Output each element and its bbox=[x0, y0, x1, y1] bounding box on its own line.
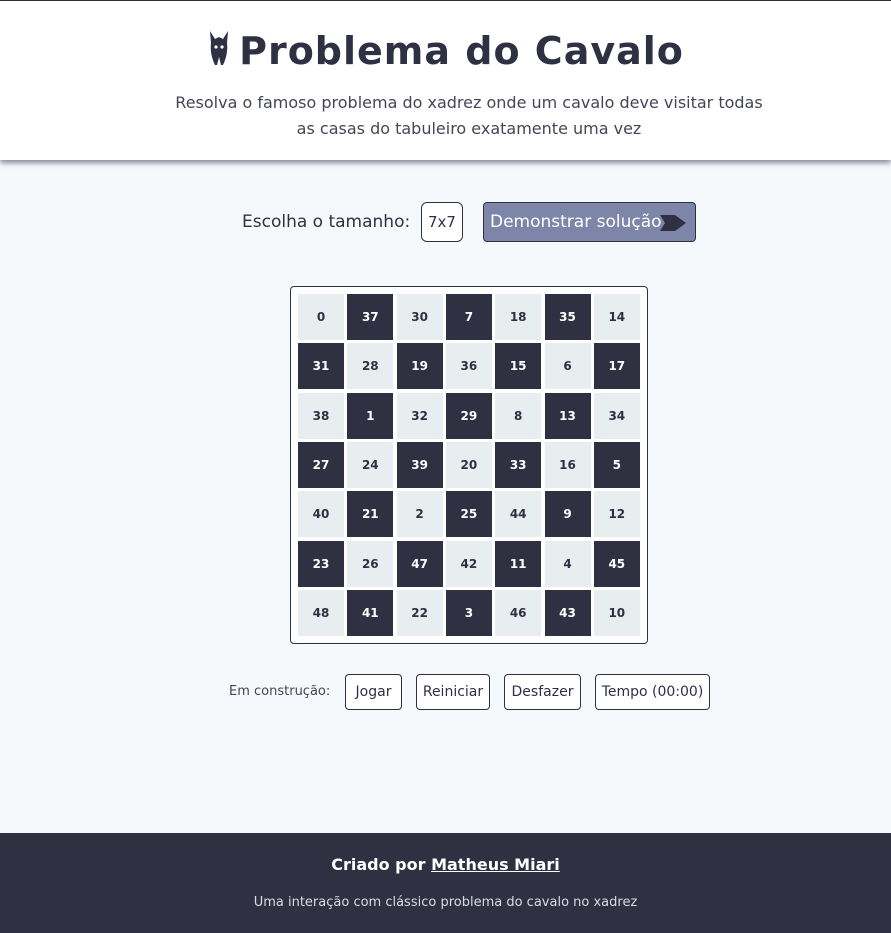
board-cell[interactable]: 12 bbox=[593, 491, 640, 538]
board-cell[interactable]: 3 bbox=[445, 589, 492, 636]
board-cell[interactable]: 8 bbox=[495, 392, 542, 439]
board-cell[interactable]: 31 bbox=[298, 343, 344, 390]
footer-credit: Criado por Matheus Miari bbox=[0, 855, 891, 874]
board-cell[interactable]: 20 bbox=[445, 441, 492, 488]
game-controls: Em construção: Jogar Reiniciar Desfazer … bbox=[0, 674, 891, 710]
title-row: Problema do Cavalo bbox=[0, 29, 891, 73]
board-cell[interactable]: 41 bbox=[347, 589, 394, 636]
demonstrate-solution-label: Demonstrar solução bbox=[490, 212, 662, 232]
board-cell[interactable]: 11 bbox=[495, 540, 542, 587]
board-cell[interactable]: 25 bbox=[445, 491, 492, 538]
board-cell[interactable]: 4 bbox=[544, 540, 591, 587]
board-cell[interactable]: 0 bbox=[298, 294, 344, 340]
board-cell[interactable]: 24 bbox=[347, 441, 394, 488]
credit-prefix: Criado por bbox=[331, 855, 426, 874]
board-cell[interactable]: 29 bbox=[445, 392, 492, 439]
board-cell[interactable]: 32 bbox=[396, 392, 443, 439]
board-cell[interactable]: 23 bbox=[298, 540, 344, 587]
board-cell[interactable]: 46 bbox=[495, 589, 542, 636]
board-cell[interactable]: 37 bbox=[347, 294, 394, 340]
board-cell[interactable]: 45 bbox=[593, 540, 640, 587]
play-arrow-icon bbox=[659, 214, 687, 232]
board-cell[interactable]: 27 bbox=[298, 441, 344, 488]
board-cell[interactable]: 47 bbox=[396, 540, 443, 587]
board-cell[interactable]: 7 bbox=[445, 294, 492, 340]
restart-button[interactable]: Reiniciar bbox=[416, 674, 490, 710]
author-link[interactable]: Matheus Miari bbox=[431, 855, 560, 874]
page-title: Problema do Cavalo bbox=[239, 29, 684, 73]
board-cell[interactable]: 34 bbox=[593, 392, 640, 439]
board-cell[interactable]: 2 bbox=[396, 491, 443, 538]
board-cell[interactable]: 6 bbox=[544, 343, 591, 390]
board-cell[interactable]: 21 bbox=[347, 491, 394, 538]
board-cell[interactable]: 40 bbox=[298, 491, 344, 538]
board-cell[interactable]: 1 bbox=[347, 392, 394, 439]
board-cell[interactable]: 15 bbox=[495, 343, 542, 390]
page-subtitle: Resolva o famoso problema do xadrez onde… bbox=[175, 93, 763, 138]
board-size-select[interactable]: 7x7 bbox=[421, 202, 463, 242]
footer-note: Uma interação com clássico problema do c… bbox=[253, 895, 638, 910]
board-cell[interactable]: 5 bbox=[593, 441, 640, 488]
board-cell[interactable]: 36 bbox=[445, 343, 492, 390]
play-button[interactable]: Jogar bbox=[345, 674, 402, 710]
undo-button[interactable]: Desfazer bbox=[504, 674, 581, 710]
chessboard: 0 37 30 7 18 35 14 31 28 19 36 15 6 17 38 1 32 29 8 13 34 27 2… bbox=[290, 286, 648, 644]
board-cell[interactable]: 10 bbox=[593, 589, 640, 636]
board-cell[interactable]: 18 bbox=[495, 294, 542, 340]
board-cell[interactable]: 30 bbox=[396, 294, 443, 340]
page-header: Problema do Cavalo Resolva o famoso prob… bbox=[0, 0, 891, 160]
board-cell[interactable]: 9 bbox=[544, 491, 591, 538]
board-controls: Escolha o tamanho: 7x7 Demonstrar soluçã… bbox=[0, 202, 891, 242]
board-cell[interactable]: 48 bbox=[298, 589, 344, 636]
demonstrate-solution-button[interactable]: Demonstrar solução bbox=[483, 202, 696, 242]
board-cell[interactable]: 42 bbox=[445, 540, 492, 587]
board-cell[interactable]: 16 bbox=[544, 441, 591, 488]
construction-label: Em construção: bbox=[229, 684, 331, 699]
size-label: Escolha o tamanho: bbox=[242, 212, 411, 232]
board-cell[interactable]: 33 bbox=[495, 441, 542, 488]
board-cell[interactable]: 38 bbox=[298, 392, 344, 439]
board-cell[interactable]: 26 bbox=[347, 540, 394, 587]
board-cell[interactable]: 44 bbox=[495, 491, 542, 538]
board-cell[interactable]: 17 bbox=[593, 343, 640, 390]
board-cell[interactable]: 19 bbox=[396, 343, 443, 390]
knight-icon bbox=[207, 29, 231, 73]
page-footer: Criado por Matheus Miari Uma interação c… bbox=[0, 833, 891, 933]
board-cell[interactable]: 28 bbox=[347, 343, 394, 390]
timer-button[interactable]: Tempo (00:00) bbox=[595, 674, 710, 710]
board-cell[interactable]: 22 bbox=[396, 589, 443, 636]
board-cell[interactable]: 14 bbox=[593, 294, 640, 340]
board-cell[interactable]: 13 bbox=[544, 392, 591, 439]
board-cell[interactable]: 35 bbox=[544, 294, 591, 340]
board-cell[interactable]: 39 bbox=[396, 441, 443, 488]
board-cell[interactable]: 43 bbox=[544, 589, 591, 636]
